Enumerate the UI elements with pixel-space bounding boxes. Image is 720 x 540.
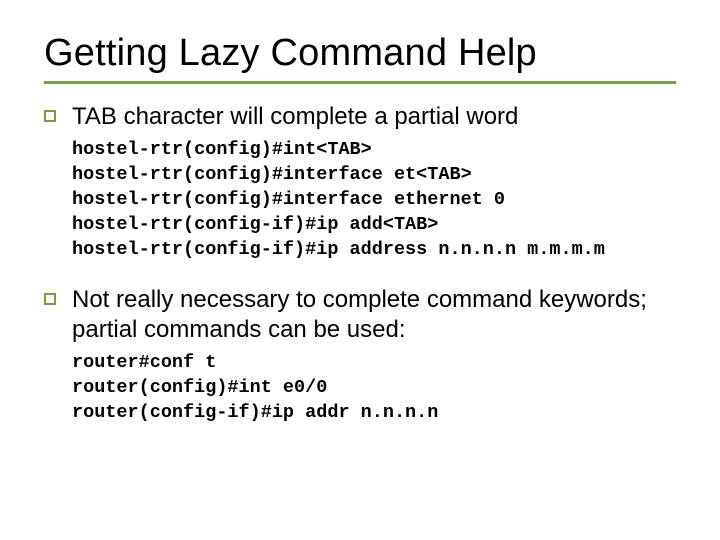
bullet-text: Not really necessary to complete command… [72,285,676,345]
slide-title: Getting Lazy Command Help [44,32,676,75]
bullet-item: Not really necessary to complete command… [44,285,676,345]
square-bullet-icon [44,293,56,305]
title-underline [44,81,676,84]
bullet-text: TAB character will complete a partial wo… [72,102,518,132]
code-block: router#conf t router(config)#int e0/0 ro… [72,351,676,426]
square-bullet-icon [44,110,56,122]
code-block: hostel-rtr(config)#int<TAB> hostel-rtr(c… [72,138,676,263]
slide: Getting Lazy Command Help TAB character … [0,0,720,540]
bullet-item: TAB character will complete a partial wo… [44,102,676,132]
